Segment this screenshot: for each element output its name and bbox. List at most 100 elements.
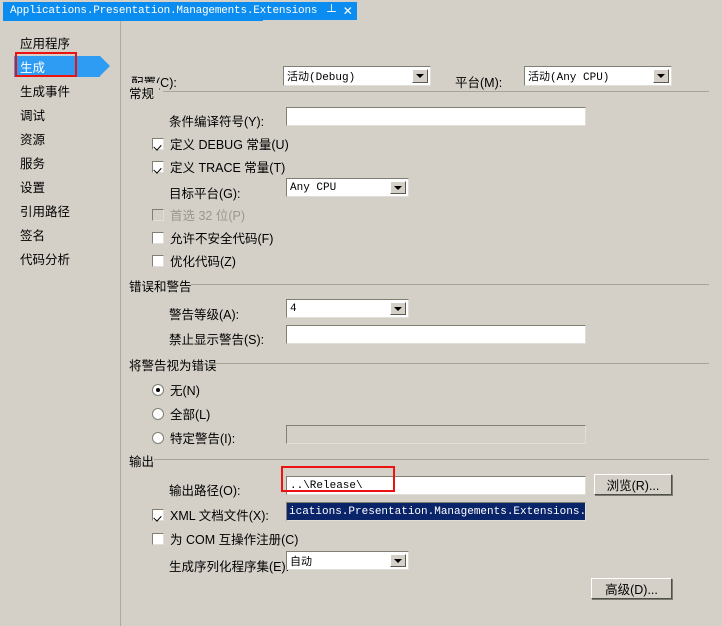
warn-as-error-all-radio[interactable]: 全部(L) — [152, 404, 210, 423]
chevron-down-icon[interactable] — [390, 181, 406, 194]
radio-circle — [152, 383, 164, 396]
group-general: 常规 — [129, 83, 709, 102]
checkbox-box — [152, 160, 164, 173]
sidebar-item-reference-paths[interactable]: 引用路径 — [0, 199, 120, 221]
target-platform-label: 目标平台(G): — [169, 187, 241, 201]
define-trace-label: 定义 TRACE 常量(T) — [170, 161, 286, 175]
chevron-down-icon[interactable] — [390, 302, 406, 315]
sidebar-item-signing[interactable]: 签名 — [0, 223, 120, 245]
group-warnings-as-errors: 将警告视为错误 — [129, 355, 709, 374]
sidebar-item-label: 引用路径 — [20, 204, 71, 219]
sidebar-item-services[interactable]: 服务 — [0, 151, 120, 173]
sidebar-item-label: 资源 — [20, 132, 46, 147]
sidebar-item-label: 应用程序 — [20, 36, 71, 51]
warn-as-error-none-radio[interactable]: 无(N) — [152, 380, 200, 399]
output-path-value: ..\Release\ — [290, 479, 363, 492]
close-icon[interactable]: ✕ — [343, 5, 353, 17]
prefer-32bit-label: 首选 32 位(P) — [170, 209, 246, 223]
pin-icon[interactable]: ┴ — [327, 5, 336, 17]
advanced-button-label: 高级(D)... — [605, 583, 658, 597]
sidebar-item-label: 签名 — [20, 228, 46, 243]
group-general-title: 常规 — [129, 83, 160, 102]
tab-active-document[interactable]: Applications.Presentation.Managements.Ex… — [3, 2, 357, 20]
radio-circle — [152, 431, 164, 444]
warn-as-error-specific-radio[interactable]: 特定警告(I): — [152, 428, 235, 447]
sidebar-item-settings[interactable]: 设置 — [0, 175, 120, 197]
group-warnings-as-errors-title: 将警告视为错误 — [129, 355, 222, 374]
target-platform-value: Any CPU — [290, 181, 337, 194]
group-errors-warnings: 错误和警告 — [129, 276, 709, 295]
checkbox-box — [152, 208, 164, 221]
optimize-code-checkbox[interactable]: 优化代码(Z) — [152, 251, 236, 270]
group-rule — [154, 459, 709, 460]
sidebar-item-resources[interactable]: 资源 — [0, 127, 120, 149]
suppress-warnings-label: 禁止显示警告(S): — [169, 333, 265, 347]
sidebar-item-label: 服务 — [20, 156, 46, 171]
tab-title: Applications.Presentation.Managements.Ex… — [10, 5, 318, 17]
sidebar-item-label: 代码分析 — [20, 252, 71, 267]
allow-unsafe-code-checkbox[interactable]: 允许不安全代码(F) — [152, 228, 273, 247]
sidebar-item-debug[interactable]: 调试 — [0, 103, 120, 125]
optimize-code-label: 优化代码(Z) — [170, 255, 236, 269]
checkbox-box — [152, 532, 164, 545]
sidebar-item-application[interactable]: 应用程序 — [0, 31, 120, 53]
define-debug-checkbox[interactable]: 定义 DEBUG 常量(U) — [152, 134, 289, 153]
advanced-button[interactable]: 高级(D)... — [591, 578, 672, 599]
xml-documentation-input[interactable]: ications.Presentation.Managements.Extens… — [286, 502, 586, 521]
sidebar-item-build-events[interactable]: 生成事件 — [0, 79, 120, 101]
prefer-32bit-checkbox: 首选 32 位(P) — [152, 205, 245, 224]
group-output: 输出 — [129, 451, 709, 470]
conditional-symbols-label: 条件编译符号(Y): — [169, 115, 265, 129]
xml-documentation-label: XML 文档文件(X): — [170, 509, 269, 523]
suppress-warnings-input[interactable] — [286, 325, 586, 344]
serialization-assembly-combobox[interactable]: 自动 — [286, 551, 409, 570]
category-sidebar: 应用程序 生成 生成事件 调试 资源 服务 设置 引用路径 签名 代码分析 — [0, 21, 121, 626]
checkbox-box — [152, 508, 164, 521]
tab-strip: Applications.Presentation.Managements.Ex… — [0, 0, 722, 22]
checkbox-box — [152, 254, 164, 267]
radio-circle — [152, 407, 164, 420]
checkbox-box — [152, 231, 164, 244]
output-path-label: 输出路径(O): — [169, 484, 241, 498]
checkbox-box — [152, 137, 164, 150]
warning-level-combobox[interactable]: 4 — [286, 299, 409, 318]
serialization-assembly-value: 自动 — [290, 556, 312, 569]
sidebar-item-label: 设置 — [20, 180, 46, 195]
register-com-interop-label: 为 COM 互操作注册(C) — [170, 533, 299, 547]
warn-as-error-none-label: 无(N) — [170, 384, 200, 398]
sidebar-item-label: 生成事件 — [20, 84, 71, 99]
chevron-down-icon[interactable] — [653, 69, 669, 83]
specific-warnings-input — [286, 425, 586, 444]
group-rule — [163, 91, 709, 92]
xml-documentation-value: ications.Presentation.Managements.Extens… — [287, 503, 585, 520]
define-debug-label: 定义 DEBUG 常量(U) — [170, 138, 289, 152]
sidebar-item-code-analysis[interactable]: 代码分析 — [0, 247, 120, 269]
group-rule — [209, 363, 709, 364]
platform-value: 活动(Any CPU) — [528, 72, 610, 84]
warn-as-error-specific-label: 特定警告(I): — [170, 432, 236, 446]
output-path-input[interactable]: ..\Release\ — [286, 476, 586, 495]
warning-level-label: 警告等级(A): — [169, 308, 240, 322]
target-platform-combobox[interactable]: Any CPU — [286, 178, 409, 197]
conditional-symbols-input[interactable] — [286, 107, 586, 126]
group-output-title: 输出 — [129, 451, 160, 470]
serialization-assembly-label: 生成序列化程序集(E): — [169, 560, 290, 574]
tab-icon-group: ┴ ✕ — [327, 5, 353, 17]
configuration-value: 活动(Debug) — [287, 72, 356, 84]
register-com-interop-checkbox[interactable]: 为 COM 互操作注册(C) — [152, 529, 298, 548]
sidebar-item-build[interactable]: 生成 — [0, 55, 120, 77]
chevron-down-icon[interactable] — [412, 69, 428, 83]
browse-button[interactable]: 浏览(R)... — [594, 474, 672, 495]
sidebar-item-label: 调试 — [20, 108, 46, 123]
browse-button-label: 浏览(R)... — [606, 479, 660, 493]
group-rule — [191, 284, 709, 285]
sidebar-item-label: 生成 — [20, 60, 46, 75]
xml-documentation-checkbox[interactable]: XML 文档文件(X): — [152, 505, 269, 524]
warn-as-error-all-label: 全部(L) — [170, 408, 211, 422]
define-trace-checkbox[interactable]: 定义 TRACE 常量(T) — [152, 157, 285, 176]
warning-level-value: 4 — [290, 302, 297, 315]
sidebar-selection-arrow — [100, 56, 110, 76]
build-settings-pane: 配置(C): 活动(Debug) 平台(M): 活动(Any CPU) 常规 条… — [121, 21, 722, 626]
allow-unsafe-code-label: 允许不安全代码(F) — [170, 232, 274, 246]
chevron-down-icon[interactable] — [390, 554, 406, 567]
